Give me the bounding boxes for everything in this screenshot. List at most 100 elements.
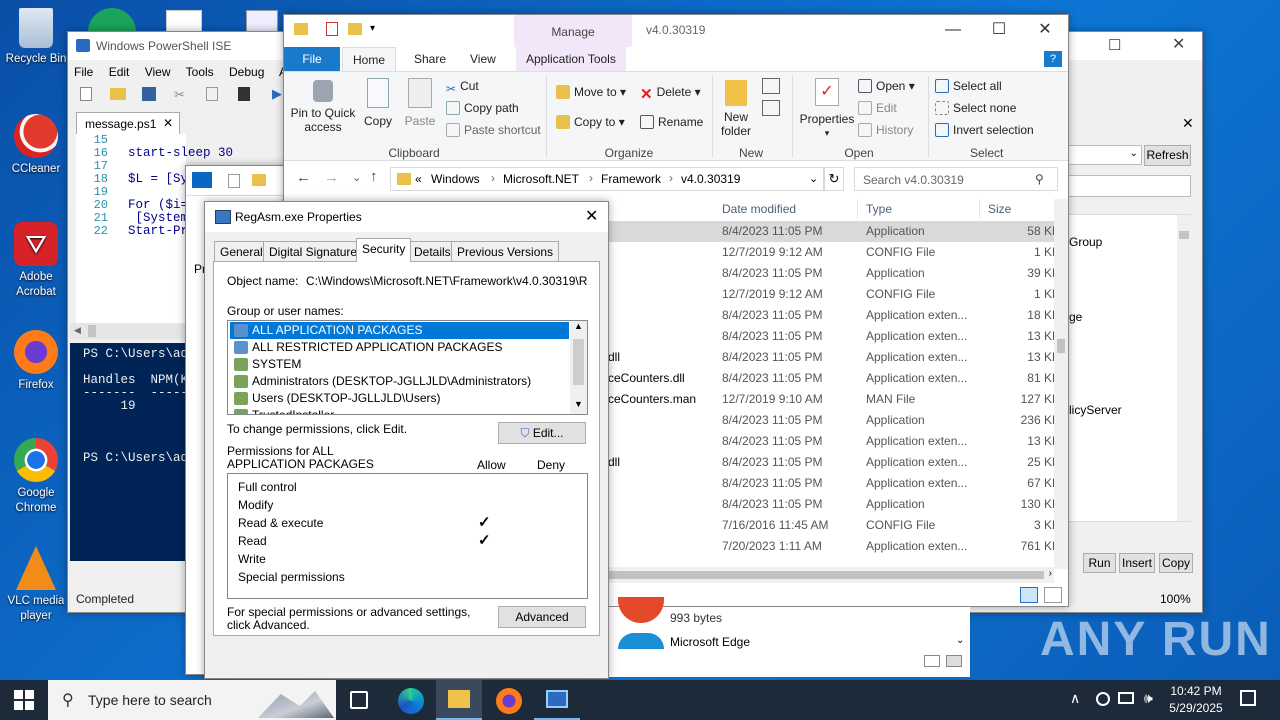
chevron-down-icon[interactable]: ⌄	[809, 172, 818, 185]
breadcrumb-windows[interactable]: Windows	[431, 172, 480, 186]
console-pane[interactable]: PS C:\Users\adm Handles NPM(K ------- ----…	[70, 343, 186, 561]
user-item[interactable]: ALL RESTRICTED APPLICATION PACKAGES	[230, 339, 569, 356]
tab-details[interactable]: Details	[408, 241, 457, 262]
properties-icon[interactable]	[326, 22, 338, 36]
run-icon[interactable]: ▶	[272, 86, 282, 102]
new-folder-icon[interactable]	[348, 23, 362, 35]
commands-scrollbar[interactable]	[1177, 215, 1191, 521]
paste-shortcut-button[interactable]: Paste shortcut	[446, 120, 541, 140]
scroll-thumb[interactable]	[608, 571, 1044, 579]
column-type[interactable]: Type	[860, 199, 980, 219]
tab-security[interactable]: Security	[356, 238, 412, 262]
minimize-button[interactable]: —	[930, 15, 976, 45]
scroll-left-icon[interactable]: ◀	[74, 325, 81, 336]
properties-button[interactable]: ✓ Properties ▾	[798, 78, 856, 140]
user-list[interactable]: ALL APPLICATION PACKAGES ALL RESTRICTED A…	[227, 320, 588, 415]
tab-file[interactable]: File	[284, 47, 340, 71]
explorer-taskbar-button[interactable]	[436, 680, 482, 720]
tab-share[interactable]: Share	[404, 47, 456, 71]
desktop-icon-acrobat[interactable]: ⛛ Adobe Acrobat	[4, 222, 68, 300]
command-item[interactable]: licyServer	[1069, 403, 1122, 417]
editor-hscrollbar[interactable]: ◀	[70, 323, 186, 339]
command-item[interactable]: Group	[1069, 235, 1102, 249]
file-list-vscrollbar[interactable]	[1054, 199, 1068, 569]
history-button[interactable]: History	[858, 120, 913, 140]
paste-icon[interactable]	[238, 87, 250, 101]
new-item-icon[interactable]	[762, 78, 780, 94]
breadcrumb-v4[interactable]: v4.0.30319	[681, 172, 740, 186]
detail-app-name[interactable]: Microsoft Edge	[670, 635, 750, 649]
volume-icon[interactable]: 🕪	[1144, 690, 1153, 707]
select-none-button[interactable]: Select none	[935, 98, 1016, 118]
close-button[interactable]: ✕	[1022, 15, 1068, 45]
ise-maximize-button[interactable]: ☐	[1108, 36, 1121, 54]
details-view-icon[interactable]	[1020, 587, 1038, 603]
advanced-button[interactable]: Advanced	[498, 606, 586, 628]
commands-list[interactable]: Group ge licyServer	[1068, 214, 1191, 522]
command-item[interactable]: ge	[1069, 310, 1082, 324]
menu-tools[interactable]: Tools	[186, 65, 214, 79]
scroll-thumb[interactable]	[573, 339, 584, 385]
task-view-icon[interactable]	[350, 691, 368, 709]
save-icon[interactable]	[142, 87, 156, 101]
cut-button[interactable]: ✂ Cut	[446, 76, 479, 96]
network-icon[interactable]	[1118, 692, 1134, 704]
tab-digital-signatures[interactable]: Digital Signatures	[263, 241, 370, 262]
search-box[interactable]: Search v4.0.30319 ⚲	[854, 167, 1058, 191]
up-icon[interactable]: ↑	[370, 168, 378, 185]
copy-button[interactable]: Copy	[1159, 553, 1193, 573]
back-icon[interactable]: ←	[296, 169, 311, 186]
open-button[interactable]: Open ▾	[858, 76, 915, 96]
search-icon[interactable]: ⚲	[1035, 172, 1044, 186]
open-file-icon[interactable]	[110, 88, 126, 100]
scroll-down-icon[interactable]: ▼	[574, 399, 583, 409]
powershell-ise-taskbar-button[interactable]	[534, 680, 580, 720]
scroll-up-icon[interactable]: ▲	[574, 321, 583, 331]
select-all-button[interactable]: Select all	[935, 76, 1002, 96]
desktop-icon-firefox[interactable]: Firefox	[4, 330, 68, 393]
forward-icon[interactable]: →	[324, 169, 339, 186]
breadcrumb-overflow[interactable]: «	[415, 172, 422, 186]
tray-app-icon[interactable]	[1096, 692, 1110, 706]
clock[interactable]: 10:42 PM 5/29/2025	[1164, 683, 1228, 717]
user-item[interactable]: Administrators (DESKTOP-JGLLJLD\Administ…	[230, 373, 569, 390]
pin-quick-access-button[interactable]: Pin to Quick access	[290, 78, 356, 134]
tab-home[interactable]: Home	[342, 47, 397, 71]
notifications-icon[interactable]	[1240, 690, 1256, 706]
easy-access-icon[interactable]	[762, 100, 780, 116]
refresh-icon[interactable]: ↻	[824, 167, 844, 191]
insert-button[interactable]: Insert	[1119, 553, 1155, 573]
user-item[interactable]: Users (DESKTOP-JGLLJLD\Users)	[230, 390, 569, 407]
breadcrumb-microsoft-net[interactable]: Microsoft.NET	[503, 172, 579, 186]
scroll-right-icon[interactable]: ›	[1049, 568, 1052, 579]
details-view-icon[interactable]	[924, 655, 940, 667]
copy-ribbon-button[interactable]: Copy	[360, 78, 396, 128]
chevron-down-icon[interactable]: ⌄	[956, 635, 964, 646]
tab-application-tools[interactable]: Application Tools	[516, 47, 626, 71]
taskbar-search[interactable]: ⚲ Type here to search	[48, 680, 336, 720]
menu-debug[interactable]: Debug	[229, 65, 264, 79]
ise-close-button[interactable]: ✕	[1172, 34, 1185, 54]
column-size[interactable]: Size	[982, 199, 1054, 219]
file-list-hscrollbar[interactable]: ›	[608, 567, 1054, 583]
copy-path-button[interactable]: Copy path	[446, 98, 519, 118]
tab-general[interactable]: General	[214, 241, 269, 262]
menu-edit[interactable]: Edit	[109, 65, 130, 79]
commands-close-icon[interactable]: ✕	[1182, 115, 1194, 132]
breadcrumb-framework[interactable]: Framework	[601, 172, 661, 186]
firefox-taskbar-icon[interactable]	[496, 688, 522, 714]
paste-ribbon-button[interactable]: Paste	[402, 78, 438, 128]
delete-button[interactable]: ✕ Delete ▾	[640, 82, 701, 103]
rename-button[interactable]: Rename	[640, 112, 703, 132]
invert-selection-button[interactable]: Invert selection	[935, 120, 1034, 140]
help-icon[interactable]: ?	[1044, 51, 1062, 67]
tab-previous-versions[interactable]: Previous Versions	[451, 241, 560, 262]
script-editor[interactable]: 15 16 17 18 19 20 21 22 start-sleep 30 $L = [Sy F…	[76, 134, 233, 324]
recent-locations-icon[interactable]: ⌄	[352, 171, 361, 184]
qat-dropdown-icon[interactable]: ▾	[370, 23, 375, 34]
user-list-scrollbar[interactable]: ▲ ▼	[570, 321, 587, 414]
edit-ribbon-button[interactable]: Edit	[858, 98, 897, 118]
scroll-thumb[interactable]	[88, 325, 96, 337]
large-icons-view-icon[interactable]	[1044, 587, 1062, 603]
dialog-close-button[interactable]: ✕	[585, 206, 598, 226]
